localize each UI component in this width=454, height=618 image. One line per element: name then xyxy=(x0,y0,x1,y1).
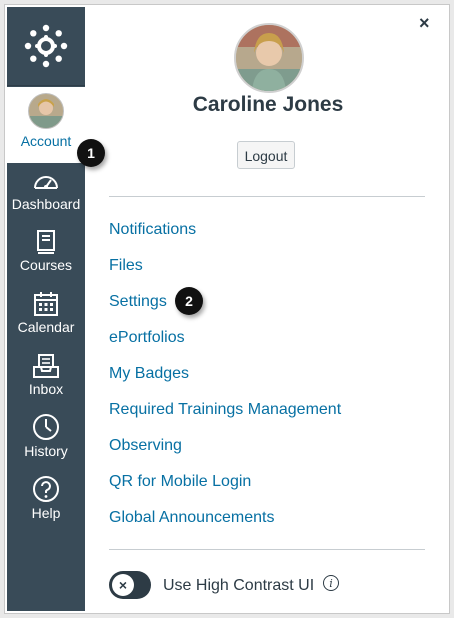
divider xyxy=(109,196,425,197)
canvas-logo-icon xyxy=(24,24,68,68)
link-observing[interactable]: Observing xyxy=(109,437,182,455)
logout-button[interactable]: Logout xyxy=(237,141,295,169)
callout-badge-2: 2 xyxy=(175,287,203,315)
account-tray-window: Account Dashboard Courses Calendar Inbox… xyxy=(4,4,450,614)
help-icon xyxy=(33,476,59,502)
sidebar-item-label: Help xyxy=(31,505,61,521)
sidebar-item-label: Calendar xyxy=(17,319,75,335)
dashboard-icon xyxy=(34,176,58,189)
calendar-icon xyxy=(34,292,58,316)
link-notifications[interactable]: Notifications xyxy=(109,221,196,239)
high-contrast-label: Use High Contrast UI xyxy=(163,577,315,594)
link-eportfolios[interactable]: ePortfolios xyxy=(109,329,185,347)
sidebar-item-label: Account xyxy=(20,133,72,149)
canvas-logo[interactable] xyxy=(7,7,85,86)
sidebar-item-dashboard[interactable]: Dashboard xyxy=(7,170,85,230)
profile-avatar xyxy=(234,23,304,93)
info-icon[interactable]: i xyxy=(323,575,339,591)
history-icon xyxy=(33,414,59,440)
high-contrast-toggle[interactable]: × xyxy=(109,571,151,599)
divider xyxy=(109,549,425,550)
link-required-trainings[interactable]: Required Trainings Management xyxy=(109,401,341,419)
sidebar-item-label: Dashboard xyxy=(11,196,81,212)
sidebar-item-label: Courses xyxy=(19,257,73,273)
global-navigation: Account Dashboard Courses Calendar Inbox… xyxy=(7,7,85,611)
link-settings[interactable]: Settings xyxy=(109,293,167,311)
link-my-badges[interactable]: My Badges xyxy=(109,365,189,383)
toggle-off-icon: × xyxy=(112,574,134,596)
link-global-announcements[interactable]: Global Announcements xyxy=(109,509,274,527)
sidebar-item-help[interactable]: Help xyxy=(7,475,85,535)
sidebar-item-courses[interactable]: Courses xyxy=(7,229,85,289)
close-icon[interactable]: × xyxy=(419,13,430,34)
sidebar-item-label: History xyxy=(24,443,68,459)
sidebar-item-account[interactable]: Account xyxy=(7,87,85,163)
sidebar-item-calendar[interactable]: Calendar xyxy=(7,291,85,351)
avatar xyxy=(28,93,64,129)
courses-icon xyxy=(37,230,55,254)
sidebar-item-inbox[interactable]: Inbox xyxy=(7,353,85,413)
sidebar-item-history[interactable]: History xyxy=(7,413,85,473)
link-qr-mobile-login[interactable]: QR for Mobile Login xyxy=(109,473,251,491)
user-name: Caroline Jones xyxy=(192,93,344,116)
sidebar-item-label: Inbox xyxy=(28,381,64,397)
link-files[interactable]: Files xyxy=(109,257,143,275)
inbox-icon xyxy=(33,354,59,378)
callout-badge-1: 1 xyxy=(77,139,105,167)
